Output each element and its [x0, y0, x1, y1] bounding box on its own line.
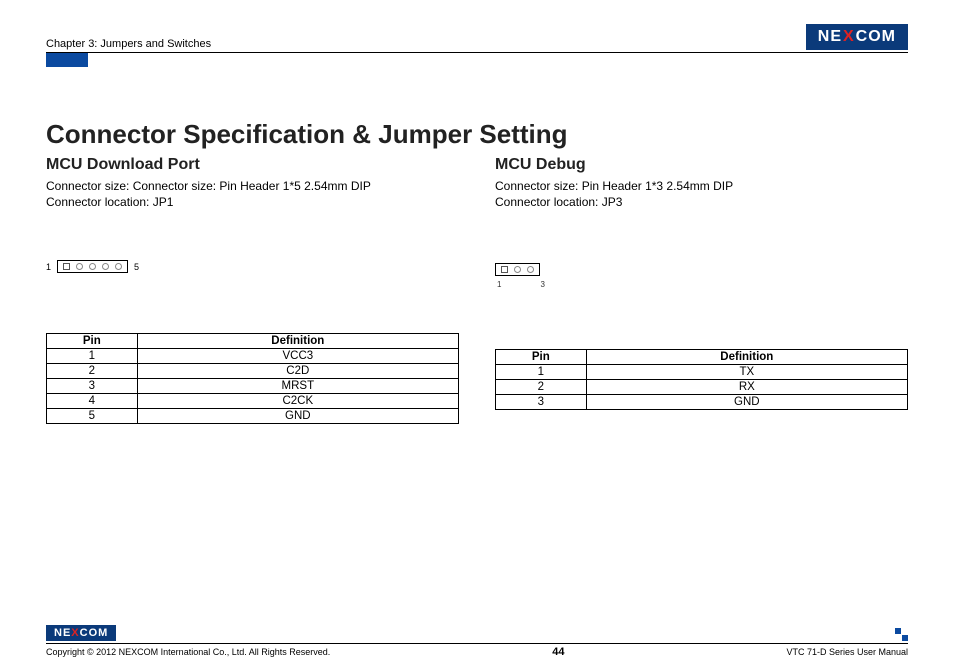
left-description: Connector size: Connector size: Pin Head…	[46, 178, 459, 210]
pin-3-icon	[89, 263, 96, 270]
left-column: MCU Download Port Connector size: Connec…	[46, 156, 459, 424]
jp1-diagram: 1 5	[46, 260, 459, 273]
pin-1-icon	[63, 263, 70, 270]
page-number: 44	[552, 646, 564, 658]
page-title: Connector Specification & Jumper Setting	[46, 119, 908, 150]
th-definition: Definition	[586, 350, 907, 365]
table-row: 4C2CK	[47, 394, 459, 409]
th-definition: Definition	[137, 334, 458, 349]
chapter-label: Chapter 3: Jumpers and Switches	[46, 38, 211, 50]
pin-2-icon	[514, 266, 521, 273]
pin-1-icon	[501, 266, 508, 273]
table-row: 2RX	[496, 380, 908, 395]
manual-name: VTC 71-D Series User Manual	[786, 647, 908, 657]
pin-header-3	[495, 263, 540, 276]
table-row: 1TX	[496, 365, 908, 380]
pin-label-1: 1	[46, 262, 51, 272]
pin-header-5	[57, 260, 128, 273]
pin-label-3: 3	[541, 280, 545, 289]
pin-label-1: 1	[497, 280, 501, 289]
table-row: 1VCC3	[47, 349, 459, 364]
right-description: Connector size: Pin Header 1*3 2.54mm DI…	[495, 178, 908, 210]
pin-5-icon	[115, 263, 122, 270]
jp3-table: Pin Definition 1TX 2RX 3GND	[495, 349, 908, 410]
page-footer: NEXCOM Copyright © 2012 NEXCOM Internati…	[46, 625, 908, 658]
table-row: 3MRST	[47, 379, 459, 394]
jp1-table: Pin Definition 1VCC3 2C2D 3MRST 4C2CK 5G…	[46, 333, 459, 424]
right-column: MCU Debug Connector size: Pin Header 1*3…	[495, 156, 908, 424]
left-section-title: MCU Download Port	[46, 156, 459, 174]
pin-3-icon	[527, 266, 534, 273]
nexcom-logo: NEXCOM	[806, 24, 908, 50]
th-pin: Pin	[496, 350, 587, 365]
right-section-title: MCU Debug	[495, 156, 908, 174]
footer-logo: NEXCOM	[46, 625, 116, 641]
blue-tab-decor	[46, 53, 88, 67]
page-header: Chapter 3: Jumpers and Switches NEXCOM	[46, 24, 908, 53]
th-pin: Pin	[47, 334, 138, 349]
corner-marks-icon	[895, 628, 908, 641]
content-area: Connector Specification & Jumper Setting…	[46, 67, 908, 424]
copyright-text: Copyright © 2012 NEXCOM International Co…	[46, 647, 330, 657]
table-row: 2C2D	[47, 364, 459, 379]
pin-2-icon	[76, 263, 83, 270]
table-row: 3GND	[496, 395, 908, 410]
table-row: 5GND	[47, 409, 459, 424]
pin-4-icon	[102, 263, 109, 270]
pin-label-5: 5	[134, 262, 139, 272]
jp3-diagram-labels: 1 3	[495, 280, 547, 289]
